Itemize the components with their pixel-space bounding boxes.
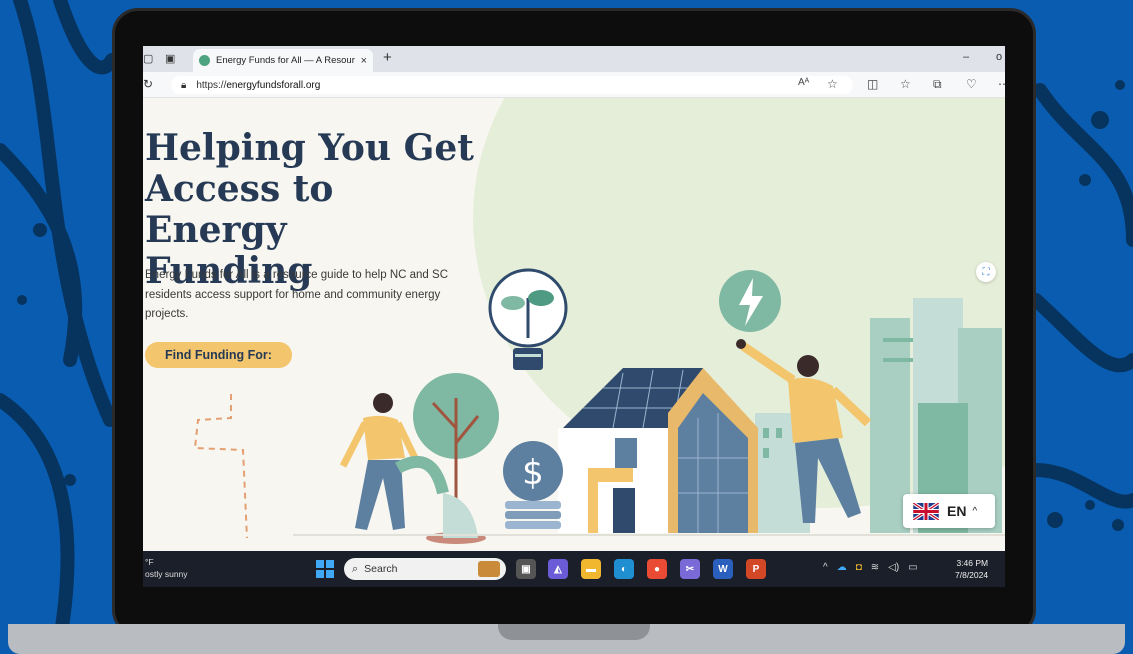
url-prefix: https:// bbox=[196, 79, 227, 91]
uk-flag-icon bbox=[913, 502, 939, 520]
split-screen-icon[interactable]: ◫ bbox=[867, 77, 878, 91]
lightning-bolt-icon bbox=[719, 270, 781, 332]
tab-close-icon[interactable]: × bbox=[361, 55, 367, 67]
restore-button[interactable]: o bbox=[996, 51, 1002, 63]
device-icon[interactable]: ◘ bbox=[856, 562, 862, 573]
url-field[interactable]: 🔒︎ https://energyfundsforall.org bbox=[171, 76, 853, 94]
windows-start-icon[interactable] bbox=[316, 560, 334, 578]
tab-actions-icon[interactable]: ▣ bbox=[165, 52, 175, 65]
edge-browser-icon[interactable]: ◐ bbox=[614, 559, 634, 579]
system-clock[interactable]: 3:46 PM 7/8/2024 bbox=[955, 557, 988, 581]
language-selector[interactable]: EN ^ bbox=[903, 494, 995, 528]
weather-temperature: °F bbox=[145, 557, 154, 567]
task-view-icon[interactable]: ▣ bbox=[516, 559, 536, 579]
laptop-notch bbox=[498, 624, 650, 640]
browser-window: ▢ ▣ Energy Funds for All — A Resour × + … bbox=[143, 46, 1005, 587]
battery-icon[interactable]: ▭ bbox=[908, 562, 917, 573]
chrome-icon[interactable]: ● bbox=[647, 559, 667, 579]
more-menu-icon[interactable]: ⋯ bbox=[998, 77, 1005, 91]
taskbar-search[interactable]: ⌕ Search bbox=[344, 558, 506, 580]
language-code: EN bbox=[947, 503, 967, 519]
hero-illustration: $ bbox=[193, 268, 1005, 544]
windows-taskbar: °F ostly sunny ⌕ Search ▣ ◭ ▬ ◐ ● ✂ W P … bbox=[143, 551, 1005, 587]
site-favicon-icon bbox=[199, 55, 210, 66]
powerpoint-icon[interactable]: P bbox=[746, 559, 766, 579]
volume-icon[interactable]: ◁) bbox=[888, 562, 899, 573]
file-explorer-icon[interactable]: ▬ bbox=[581, 559, 601, 579]
tab-bar: ▢ ▣ Energy Funds for All — A Resour × + … bbox=[143, 46, 1005, 72]
site-info-icon[interactable]: 🔒︎ bbox=[181, 80, 186, 91]
refresh-icon[interactable]: ↻ bbox=[143, 77, 153, 91]
web-page: Helping You Get Access to Energy Funding… bbox=[143, 98, 1005, 551]
workspaces-icon[interactable]: ▢ bbox=[143, 52, 153, 65]
tray-overflow-icon[interactable]: ^ bbox=[823, 562, 828, 573]
svg-text:$: $ bbox=[522, 453, 544, 493]
collections-icon[interactable]: ⧉ bbox=[933, 77, 942, 92]
weather-description: ostly sunny bbox=[145, 569, 188, 579]
minimize-button[interactable]: – bbox=[963, 51, 969, 63]
onedrive-icon[interactable]: ☁ bbox=[837, 562, 847, 573]
search-label: Search bbox=[364, 563, 398, 575]
favorite-star-icon[interactable]: ☆ bbox=[827, 77, 838, 91]
word-icon[interactable]: W bbox=[713, 559, 733, 579]
clock-time: 3:46 PM bbox=[956, 558, 989, 568]
read-aloud-icon[interactable]: Aᴬ bbox=[798, 77, 809, 88]
clock-date: 7/8/2024 bbox=[955, 570, 989, 580]
weather-widget[interactable]: °F ostly sunny bbox=[145, 556, 188, 580]
favorites-list-icon[interactable]: ☆ bbox=[900, 77, 911, 91]
snipping-tool-icon[interactable]: ✂ bbox=[680, 559, 700, 579]
solar-house bbox=[558, 368, 758, 533]
chevron-up-icon: ^ bbox=[972, 505, 978, 517]
browser-essentials-icon[interactable]: ♡ bbox=[966, 77, 977, 91]
new-tab-button[interactable]: + bbox=[383, 49, 392, 66]
dashed-path-decoration bbox=[193, 394, 248, 539]
tab-title: Energy Funds for All — A Resour bbox=[216, 55, 355, 66]
url-domain: energyfundsforall.org bbox=[226, 79, 321, 91]
copilot-icon[interactable]: ◭ bbox=[548, 559, 568, 579]
search-highlight-icon bbox=[478, 561, 500, 577]
system-tray: ^ ☁ ◘ ≋ ◁) ▭ bbox=[823, 562, 918, 573]
browser-tab[interactable]: Energy Funds for All — A Resour × bbox=[193, 49, 373, 72]
dollar-coin-icon: $ bbox=[503, 441, 563, 529]
visual-search-icon[interactable]: ⛶ bbox=[976, 262, 996, 282]
wifi-icon[interactable]: ≋ bbox=[871, 562, 879, 573]
lightbulb-icon bbox=[488, 268, 568, 370]
search-icon: ⌕ bbox=[352, 562, 359, 575]
